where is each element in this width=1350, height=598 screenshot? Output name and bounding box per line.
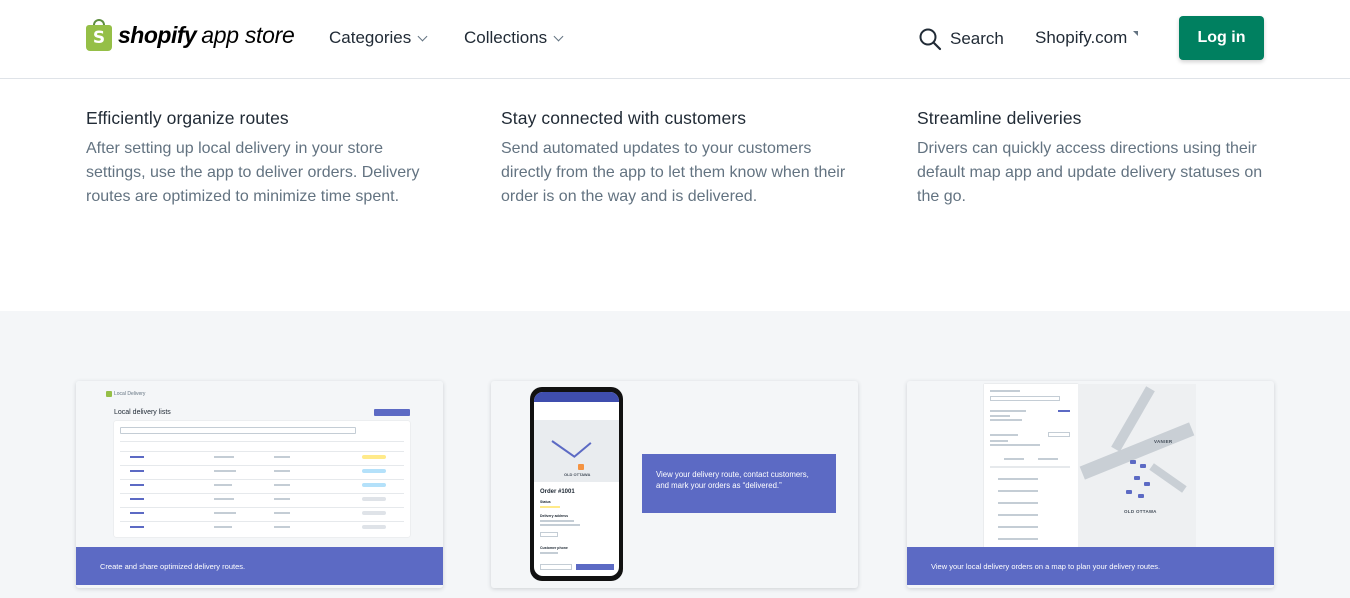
external-link-icon <box>1133 31 1139 36</box>
chevron-down-icon <box>553 31 564 41</box>
nav-categories-label: Categories <box>329 28 412 47</box>
shopify-com-link[interactable]: Shopify.com <box>1035 28 1139 48</box>
nav-categories-dropdown[interactable]: Categories <box>329 28 428 48</box>
app-logo-icon <box>106 391 112 397</box>
screenshot-delivery-lists[interactable]: Local Delivery Local delivery lists Crea… <box>76 381 443 588</box>
nav-collections-dropdown[interactable]: Collections <box>464 28 564 48</box>
order-number: Order #1001 <box>540 489 575 495</box>
chevron-down-icon <box>417 31 428 41</box>
feature-description: Drivers can quickly access directions us… <box>917 140 1263 205</box>
address-label: Delivery address <box>540 514 569 518</box>
nav-collections-label: Collections <box>464 28 548 47</box>
map-label-vanier: VANIER <box>1154 439 1173 444</box>
search-button[interactable]: Search <box>918 27 1004 51</box>
log-in-button[interactable]: Log in <box>1179 16 1264 60</box>
preview-heading: Local delivery lists <box>114 409 171 416</box>
feature-organize-routes: Efficiently organize routes After settin… <box>86 108 446 209</box>
preview-create-button <box>374 409 410 416</box>
shopify-com-label: Shopify.com <box>1035 28 1128 47</box>
phone-screen: OLD OTTAWA Order #1001 Status Delivery a… <box>534 392 619 576</box>
feature-streamline-deliveries: Streamline deliveries Drivers can quickl… <box>917 108 1277 209</box>
feature-title: Stay connected with customers <box>501 108 747 128</box>
map-label: OLD OTTAWA <box>564 472 591 477</box>
customer-phone-label: Customer phone <box>540 546 568 550</box>
logo-subtitle: app store <box>201 21 295 48</box>
phone-map: OLD OTTAWA <box>534 420 619 482</box>
top-navigation-bar: S shopify app store Categories Collectio… <box>0 0 1350 79</box>
feature-stay-connected: Stay connected with customers Send autom… <box>501 108 861 209</box>
shopify-app-store-logo[interactable]: S shopify app store <box>86 19 295 51</box>
screenshot-mobile-route[interactable]: OLD OTTAWA Order #1001 Status Delivery a… <box>491 381 858 588</box>
page: S shopify app store Categories Collectio… <box>0 0 1350 598</box>
screenshot-caption: View your local delivery orders on a map… <box>907 547 1274 585</box>
orders-list-panel <box>984 384 1078 551</box>
screenshot-caption: Create and share optimized delivery rout… <box>76 547 443 585</box>
screenshot-callout: View your delivery route, contact custom… <box>642 454 836 513</box>
map-label-old-ottawa: OLD OTTAWA <box>1124 509 1157 514</box>
preview-table <box>114 421 410 537</box>
search-label: Search <box>950 29 1004 48</box>
feature-title: Streamline deliveries <box>917 108 1082 128</box>
shopify-bag-icon: S <box>86 19 114 51</box>
feature-title: Efficiently organize routes <box>86 108 289 128</box>
feature-description: After setting up local delivery in your … <box>86 140 420 205</box>
logo-wordmark: shopify <box>118 21 197 48</box>
phone-mockup: OLD OTTAWA Order #1001 Status Delivery a… <box>530 387 623 581</box>
feature-description: Send automated updates to your customers… <box>501 140 846 205</box>
phone-top-bar <box>534 392 619 402</box>
delivery-map: VANIER OLD OTTAWA <box>1078 384 1196 551</box>
preview-search <box>120 427 356 434</box>
status-label: Status <box>540 500 551 504</box>
search-icon <box>919 28 942 51</box>
delivery-lists-preview: Local Delivery Local delivery lists <box>76 381 443 551</box>
app-name: Local Delivery <box>114 391 146 397</box>
screenshot-orders-map[interactable]: VANIER OLD OTTAWA View your local delive… <box>907 381 1274 588</box>
